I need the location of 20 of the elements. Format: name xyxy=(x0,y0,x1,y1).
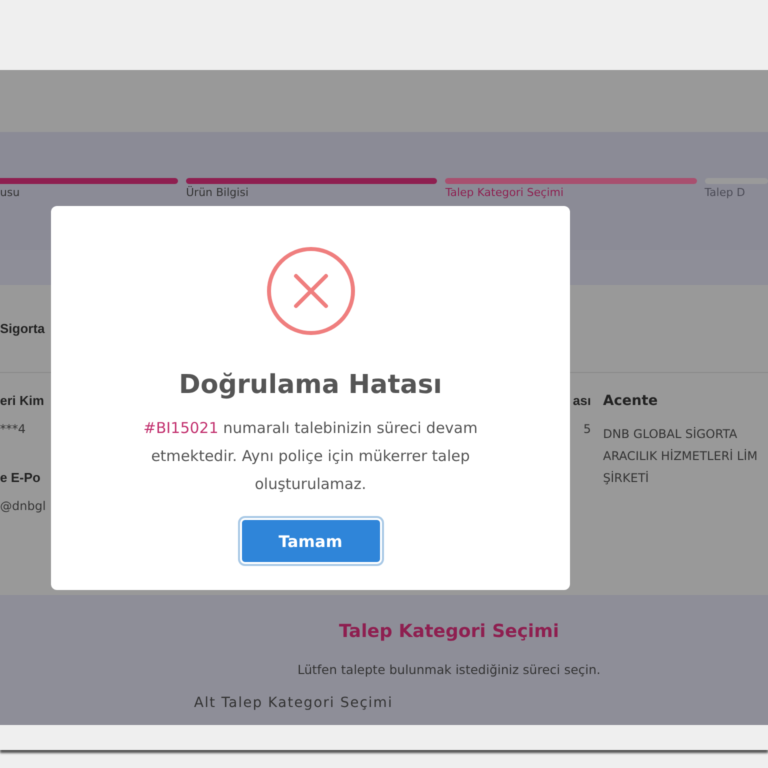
step-label: Ürün Bilgisi xyxy=(186,186,250,199)
field-label: e E-Po xyxy=(0,470,42,485)
field-label: Alt Talep Kategori Seçimi xyxy=(194,695,393,711)
field-value: @dnbgl xyxy=(0,499,47,513)
ok-button[interactable]: Tamam xyxy=(240,518,382,564)
field-label: Sigorta xyxy=(0,321,45,336)
field-value: DNB GLOBAL SİGORTA ARACILIK HİZMETLERİ LİM ŞİRKETİ xyxy=(603,426,758,487)
field-value: ***4 xyxy=(0,422,27,436)
field-value: 5 xyxy=(583,422,591,436)
step-label: usu xyxy=(0,186,21,199)
error-icon xyxy=(266,246,356,336)
field-label: Acente xyxy=(603,393,659,409)
step-label: Talep Kategori Seçimi xyxy=(445,186,565,199)
field-label: eri Kim xyxy=(0,393,46,408)
section-title: Talep Kategori Seçimi xyxy=(338,621,560,642)
step-label: Talep D xyxy=(704,186,746,199)
dialog-title: Doğrulama Hatası xyxy=(178,370,442,400)
dialog-message: #BI15021 numaralı talebinizin süreci devam etmektedir. Aynı poliçe için mükerrer talep oluşturulamaz. xyxy=(142,418,479,495)
field-label: ası xyxy=(572,393,591,408)
section-subtitle: Lütfen talepte bulunmak istediğiniz süreci seçin. xyxy=(297,662,601,677)
